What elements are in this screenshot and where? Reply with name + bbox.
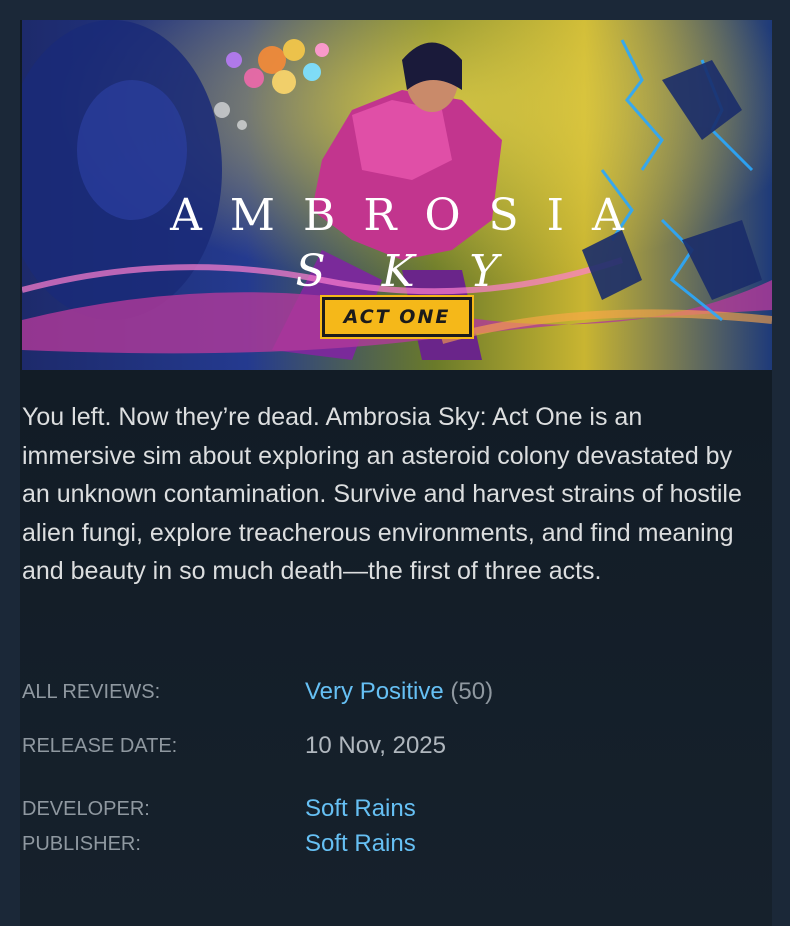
review-count: (50) [450, 678, 494, 705]
release-date-label: RELEASE DATE: [22, 735, 178, 757]
reviews-label: ALL REVIEWS: [22, 681, 161, 703]
publisher-link[interactable]: Soft Rains [305, 830, 416, 858]
game-description: You left. Now they’re dead. Ambrosia Sky… [22, 403, 742, 585]
top-bar [0, 0, 790, 20]
header-capsule-image[interactable]: AMBROSIA SKY ACT ONE [22, 20, 772, 370]
reviews-value: Very Positive (50) [305, 678, 493, 706]
act-one-badge: ACT ONE [322, 297, 472, 337]
logo-title: AMBROSIA [170, 190, 652, 241]
review-summary-link[interactable]: Very Positive [305, 678, 444, 705]
developer-link[interactable]: Soft Rains [305, 795, 416, 823]
release-date-value: 10 Nov, 2025 [305, 732, 446, 759]
developer-label: DEVELOPER: [22, 798, 150, 820]
publisher-label: PUBLISHER: [22, 833, 141, 855]
logo-subtitle: SKY [295, 246, 555, 297]
